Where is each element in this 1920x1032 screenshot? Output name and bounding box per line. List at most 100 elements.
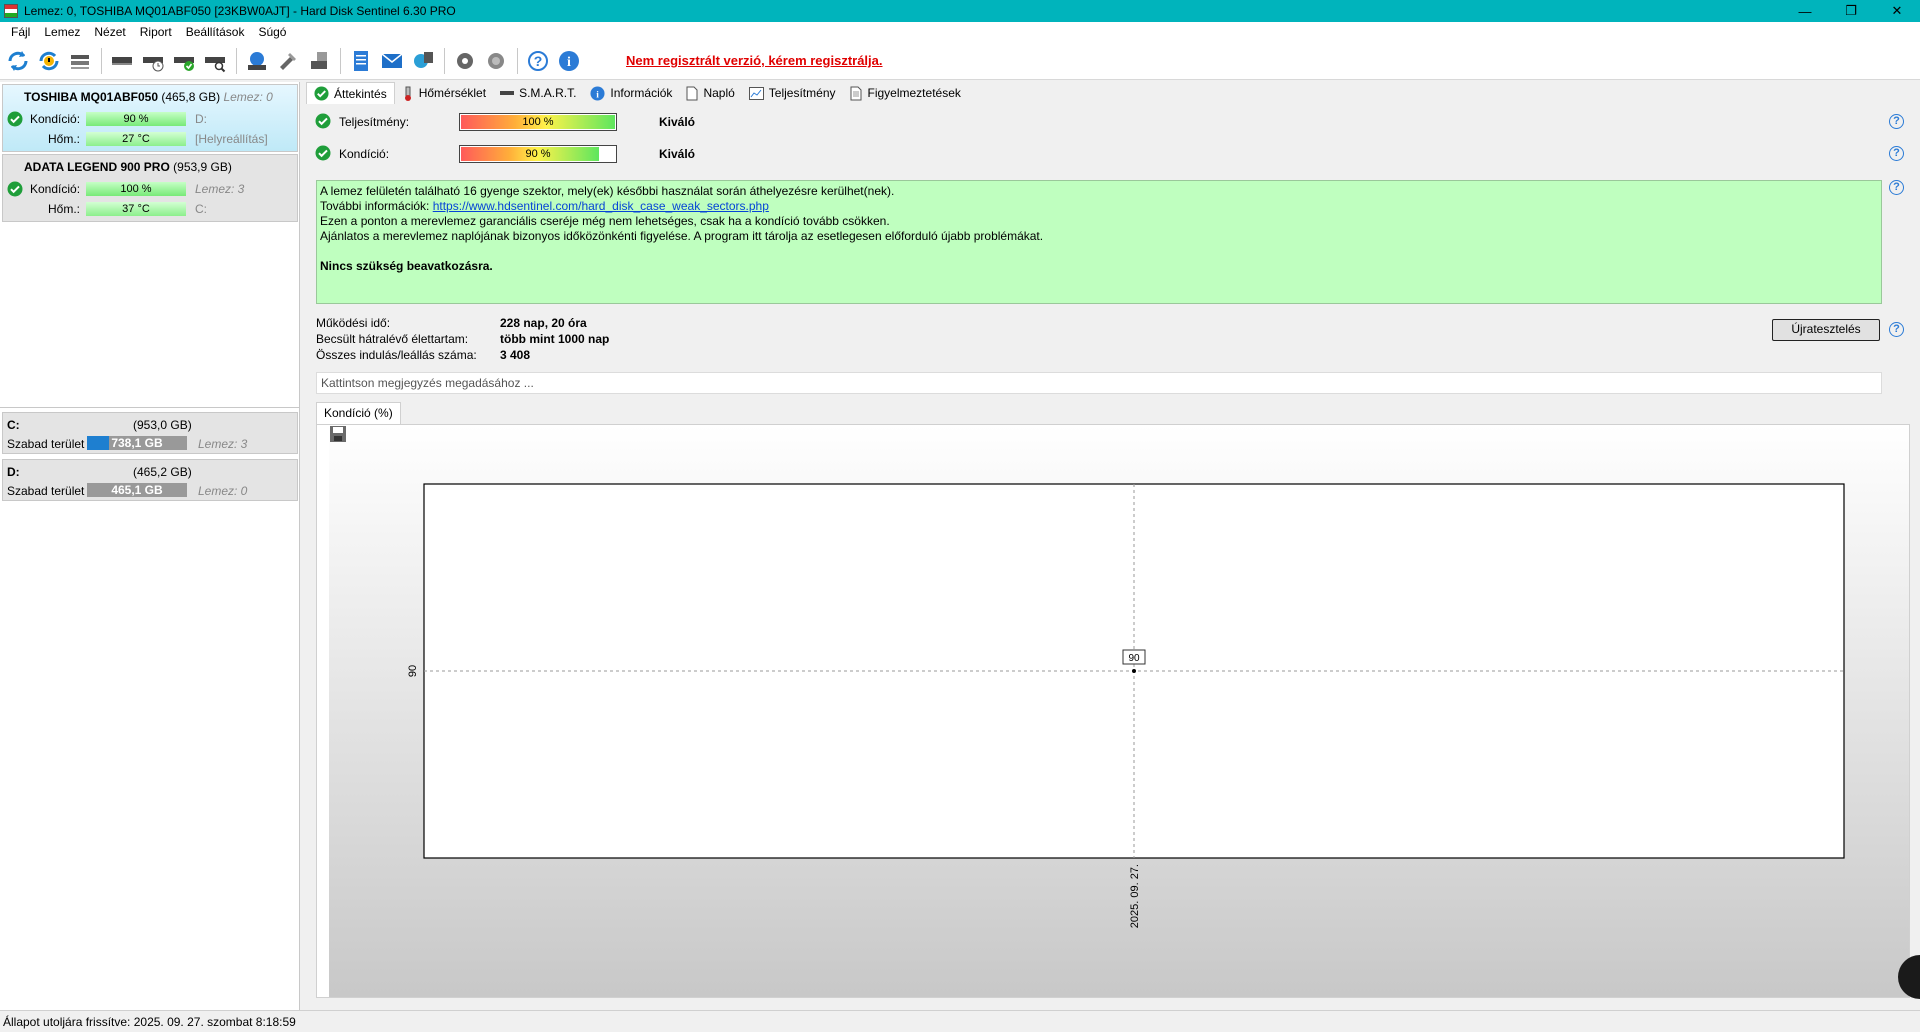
mail-icon[interactable] [378,47,406,75]
performance-row: Teljesítmény: 100 % Kiváló ? [306,110,1920,134]
tab-log[interactable]: Napló [679,82,741,104]
info-icon[interactable]: i [555,47,583,75]
disk-transfer-icon[interactable] [305,47,333,75]
toolbar-separator [444,47,445,74]
health-graph-panel: 90 2025. 09. 27. 90 [316,424,1910,998]
status-bar: Állapot utoljára frissítve: 2025. 09. 27… [0,1010,1920,1032]
health-row: Kondíció: 90 % Kiváló ? [306,142,1920,166]
main-panel: Áttekintés Hőmérséklet S.M.A.R.T. i Info… [306,82,1920,1010]
volume-disk: Lemez: 0 [198,484,248,498]
stat-value: 3 408 [500,348,531,362]
disk-volume: C: [195,202,207,216]
refresh-icon[interactable] [4,47,32,75]
disk-temp-row: Hőm.: 27 °C [Helyreállítás] [3,130,299,148]
health-label: Kondíció: [339,147,390,161]
tab-label: Teljesítmény [768,86,836,100]
free-space-bar: 738,1 GB [87,436,187,450]
toolbar: ? i Nem regisztrált verzió, kérem regisz… [0,42,1920,80]
toolbar-separator [101,47,102,74]
toolbar-separator [236,47,237,74]
tab-alerts[interactable]: Figyelmeztetések [843,82,968,104]
performance-label: Teljesítmény: [339,115,410,129]
maximize-icon[interactable]: ❐ [1828,0,1874,22]
tab-label: Információk [610,86,673,100]
disk-entry-toshiba[interactable]: TOSHIBA MQ01ABF050 (465,8 GB) Lemez: 0 K… [2,84,298,152]
retest-button[interactable]: Újratesztelés [1772,319,1880,341]
disk-search-icon[interactable] [201,47,229,75]
disk-check-icon[interactable] [170,47,198,75]
web-report-icon[interactable] [409,47,437,75]
volume-size: (953,0 GB) [133,418,192,432]
ok-check-icon [7,111,23,127]
minimize-icon[interactable]: — [1782,0,1828,22]
free-space-label: Szabad terület [7,437,85,451]
window-title: Lemez: 0, TOSHIBA MQ01ABF050 [23KBW0AJT]… [24,4,456,18]
window-controls: — ❐ ✕ [1782,0,1920,22]
help-icon[interactable]: ? [1889,146,1904,161]
volume-entry-c[interactable]: C: (953,0 GB) Szabad terület 738,1 GB Le… [2,412,298,454]
unregistered-link[interactable]: Nem regisztrált verzió, kérem regisztrál… [626,53,883,68]
sound-icon[interactable] [482,47,510,75]
info-conclusion: Nincs szükség beavatkozásra. [320,259,493,273]
info-line: Ezen a ponton a merevlemez garanciális c… [320,214,890,228]
help-icon[interactable]: ? [1889,322,1904,337]
tab-smart[interactable]: S.M.A.R.T. [493,82,583,104]
menu-help[interactable]: Súgó [251,25,293,39]
info-icon: i [590,85,605,101]
disk-icon[interactable] [108,47,136,75]
info-link[interactable]: https://www.hdsentinel.com/hard_disk_cas… [433,199,769,213]
menu-view[interactable]: Nézet [87,25,132,39]
menu-bar: Fájl Lemez Nézet Riport Beállítások Súgó [0,22,1920,42]
health-meter: 90 % [459,145,617,163]
meter-value: 100 % [522,116,554,128]
stat-value: 228 nap, 20 óra [500,316,587,330]
help-icon[interactable]: ? [1889,180,1904,195]
refresh-warning-icon[interactable] [35,47,63,75]
globe-disk-icon[interactable] [243,47,271,75]
disk-health-row: Kondíció: 90 % D: [3,110,299,128]
tools-icon[interactable] [274,47,302,75]
chart-icon [748,86,764,100]
meter-value: 90 % [525,148,551,160]
disk-list-icon[interactable] [66,47,94,75]
note-field[interactable]: Kattintson megjegyzés megadásához ... [316,372,1882,394]
health-bar: 100 % [86,182,186,196]
ok-check-icon [315,145,331,161]
performance-meter: 100 % [459,113,617,131]
gear-icon[interactable] [451,47,479,75]
menu-report[interactable]: Riport [133,25,179,39]
tab-overview[interactable]: Áttekintés [306,82,395,104]
svg-text:i: i [597,90,600,100]
disk-entry-adata[interactable]: ADATA LEGEND 900 PRO (953,9 GB) Kondíció… [2,154,298,222]
stat-label: Működési idő: [316,316,391,330]
tab-temperature[interactable]: Hőmérséklet [395,82,493,104]
health-label: Kondíció: [30,112,81,126]
close-icon[interactable]: ✕ [1874,0,1920,22]
menu-disk[interactable]: Lemez [37,25,87,39]
disk-extra: [Helyreállítás] [195,132,268,146]
help-icon[interactable]: ? [1889,114,1904,129]
menu-file[interactable]: Fájl [4,25,37,39]
menu-settings[interactable]: Beállítások [179,25,252,39]
toolbar-separator [340,47,341,74]
ok-check-icon [314,86,329,101]
stat-row: Működési idő: 228 nap, 20 óra [316,315,609,331]
tab-performance[interactable]: Teljesítmény [742,82,843,104]
tab-information[interactable]: i Információk [583,82,679,104]
disk-name: ADATA LEGEND 900 PRO [24,160,170,174]
volume-letter: D: [7,465,20,479]
tab-label: Napló [703,86,735,100]
tab-label: S.M.A.R.T. [519,86,577,100]
volume-entry-d[interactable]: D: (465,2 GB) Szabad terület 465,1 GB Le… [2,459,298,501]
tab-label: Figyelmeztetések [867,86,961,100]
tab-label: Hőmérséklet [418,86,487,100]
disk-icon [500,89,515,97]
chart-canvas: 90 2025. 09. 27. 90 [407,483,1845,928]
disk-clock-icon[interactable] [139,47,167,75]
tab-health-graph[interactable]: Kondíció (%) [316,402,401,424]
performance-verdict: Kiváló [659,115,696,129]
svg-text:?: ? [534,53,543,69]
report-icon[interactable] [347,47,375,75]
help-icon[interactable]: ? [524,47,552,75]
disk-volume: D: [195,112,207,126]
